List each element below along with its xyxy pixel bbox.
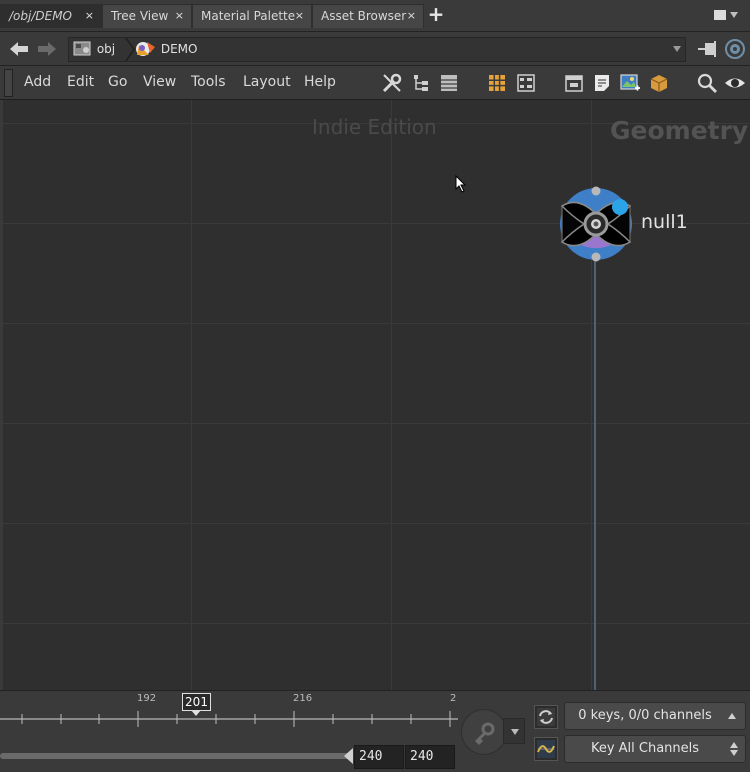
- eye-icon[interactable]: [724, 72, 746, 94]
- grid-line: [3, 423, 750, 424]
- crumb-label: obj: [97, 42, 115, 56]
- background-image-icon[interactable]: [619, 72, 641, 94]
- frame-pointer: [191, 710, 201, 716]
- add-tab-button[interactable]: +: [426, 3, 446, 27]
- grid-line: [391, 100, 392, 690]
- link-target-icon[interactable]: [724, 38, 746, 60]
- ruler-label: 192: [137, 693, 156, 704]
- range-end-field[interactable]: 240: [405, 745, 455, 769]
- crumb-demo[interactable]: DEMO: [135, 38, 197, 61]
- forward-arrow-icon[interactable]: [36, 38, 58, 60]
- grid-line: [3, 323, 750, 324]
- grid-line: [3, 523, 750, 524]
- menu-edit[interactable]: Edit: [67, 74, 94, 90]
- key-mode-select[interactable]: Key All Channels: [564, 735, 746, 763]
- grid-line: [191, 100, 192, 690]
- range-slider-handle[interactable]: [344, 748, 353, 764]
- keys-status-field[interactable]: 0 keys, 0/0 channels: [564, 702, 746, 730]
- node-name-label[interactable]: null1: [641, 211, 688, 233]
- keys-status-label: 0 keys, 0/0 channels: [565, 703, 725, 729]
- menu-layout[interactable]: Layout: [243, 74, 291, 90]
- chevron-down-icon: [511, 729, 519, 735]
- pane-menu-icon[interactable]: [714, 8, 740, 22]
- edition-watermark: Indie Edition: [312, 115, 437, 139]
- node-output-wire[interactable]: [594, 260, 596, 690]
- network-box-icon[interactable]: [563, 72, 585, 94]
- null-node[interactable]: [556, 186, 636, 262]
- tab-label: Tree View: [111, 9, 168, 23]
- grid-line: [3, 223, 750, 224]
- context-label: Geometry: [610, 116, 748, 145]
- tab-label: /obj/DEMO: [9, 9, 72, 23]
- key-mode-label: Key All Channels: [565, 736, 725, 762]
- menu-tools[interactable]: Tools: [191, 74, 226, 90]
- end-frame-field[interactable]: 240: [354, 745, 404, 769]
- key-button[interactable]: [461, 709, 507, 755]
- null-node-icon: [556, 186, 636, 262]
- key-icon: [462, 710, 508, 756]
- grid-view-icon[interactable]: [486, 72, 508, 94]
- key-options-dropdown[interactable]: [503, 718, 525, 744]
- path-field[interactable]: obj DEMO: [68, 37, 686, 62]
- obj-icon: [73, 39, 93, 57]
- ruler-label: 216: [293, 693, 312, 704]
- menu-add[interactable]: Add: [24, 74, 51, 90]
- geometry-object-icon: [135, 39, 157, 57]
- thumbnail-view-icon[interactable]: [515, 72, 537, 94]
- search-icon[interactable]: [696, 72, 718, 94]
- asset-box-icon[interactable]: [648, 72, 670, 94]
- chevron-up-icon: [727, 712, 737, 720]
- timeline-ruler[interactable]: 192 216 2 201: [0, 691, 460, 737]
- close-icon[interactable]: ×: [175, 5, 184, 27]
- menu-view[interactable]: View: [143, 74, 176, 90]
- network-menu-bar: Add Edit Go View Tools Layout Help: [0, 66, 750, 100]
- channel-curve-icon[interactable]: [534, 737, 558, 761]
- tab-asset-browser[interactable]: Asset Browser ×: [312, 4, 424, 28]
- network-editor[interactable]: Indie Edition Geometry null1: [0, 100, 750, 690]
- pane-tab-bar: /obj/DEMO × Tree View × Material Palette…: [0, 0, 750, 32]
- sticky-note-icon[interactable]: [591, 72, 613, 94]
- playbar: 192 216 2 201 240 240 0 keys, 0/0 channe…: [0, 690, 750, 772]
- tab-tree-view[interactable]: Tree View ×: [102, 4, 192, 28]
- menu-help[interactable]: Help: [304, 74, 336, 90]
- tab-label: Asset Browser: [321, 9, 406, 23]
- up-down-icon: [729, 741, 739, 757]
- tab-obj-demo[interactable]: /obj/DEMO ×: [0, 4, 102, 28]
- back-arrow-icon[interactable]: [8, 38, 30, 60]
- menu-go[interactable]: Go: [108, 74, 127, 90]
- crumb-label: DEMO: [161, 42, 198, 56]
- path-bar: obj DEMO: [0, 32, 750, 66]
- chevron-down-icon[interactable]: [673, 46, 681, 52]
- tab-label: Material Palette: [201, 9, 295, 23]
- mouse-cursor-icon: [455, 175, 467, 193]
- grid-line: [3, 623, 750, 624]
- ruler-label: 2: [450, 693, 456, 704]
- range-slider[interactable]: [0, 753, 350, 759]
- crumb-obj[interactable]: obj: [73, 38, 115, 61]
- toolbar-grip[interactable]: [4, 69, 13, 97]
- close-icon[interactable]: ×: [85, 5, 94, 27]
- tab-material-palette[interactable]: Material Palette ×: [192, 4, 312, 28]
- close-icon[interactable]: ×: [407, 5, 416, 27]
- breadcrumb-separator: [125, 38, 135, 61]
- close-icon[interactable]: ×: [295, 5, 304, 27]
- wrench-icon[interactable]: [381, 72, 403, 94]
- list-view-icon[interactable]: [438, 72, 460, 94]
- tree-layout-icon[interactable]: [410, 72, 432, 94]
- pin-icon[interactable]: [696, 40, 718, 58]
- current-frame-marker[interactable]: 201: [182, 693, 211, 711]
- auto-key-icon[interactable]: [534, 705, 558, 729]
